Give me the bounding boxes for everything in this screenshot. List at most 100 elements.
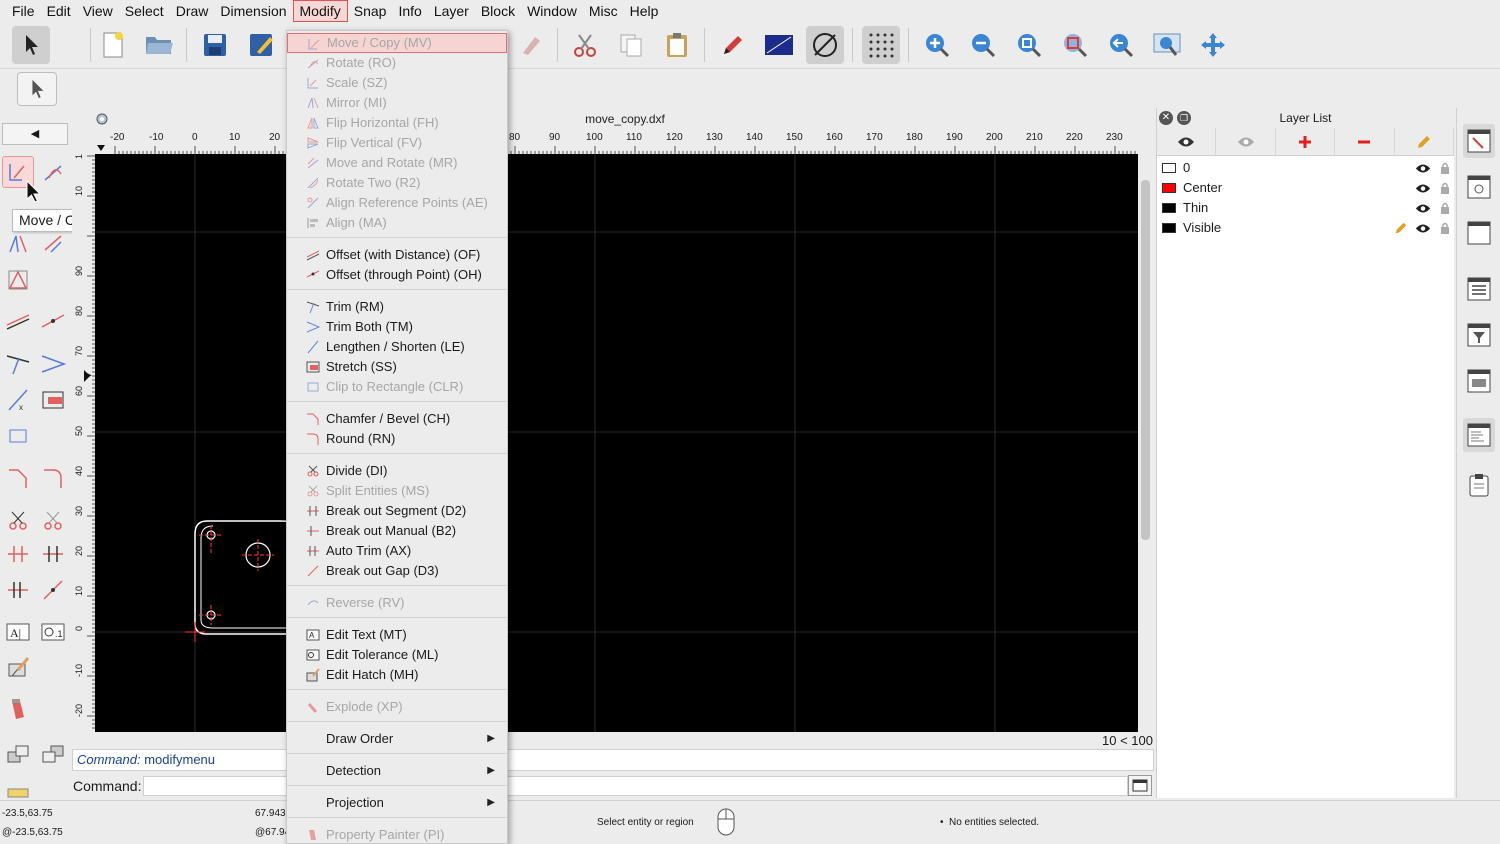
menu-file[interactable]: File [6,0,41,22]
menu-item-move-copy[interactable]: Move / Copy (MV) [287,33,507,53]
eraser-button[interactable] [512,26,550,64]
menu-item-stretch[interactable]: Stretch (SS) [287,357,507,377]
select-pointer-button[interactable] [12,26,50,64]
dock-layer-list-button[interactable] [1463,272,1495,306]
tool-scale[interactable] [2,264,34,296]
current-color-button[interactable] [760,26,798,64]
layer-row[interactable]: Center [1157,178,1454,198]
menu-item-break-out-gap[interactable]: Break out Gap (D3) [287,561,507,581]
tool-trim-both[interactable] [37,348,69,380]
canvas-vertical-scrollbar[interactable] [1141,180,1150,540]
layer-list-float-icon[interactable]: ❐ [1177,111,1191,125]
edit-layer-button[interactable] [1395,128,1455,155]
menu-dimension[interactable]: Dimension [214,0,292,22]
tool-break-gap[interactable] [37,574,69,606]
tool-flip[interactable] [37,228,69,260]
dock-selection-filter-button[interactable] [1463,318,1495,352]
save-as-button[interactable] [242,26,280,64]
menu-misc[interactable]: Misc [583,0,624,22]
tool-edit-text[interactable]: A| [2,616,34,648]
tool-break-segment[interactable] [2,538,34,570]
grid-toggle-button[interactable] [862,26,900,64]
menu-item-explode[interactable]: Explode (XP) [287,697,507,717]
tool-mirror[interactable] [2,228,34,260]
layer-visible-eye-icon[interactable] [1415,160,1431,176]
tool-lengthen[interactable]: x [2,384,34,416]
menu-item-offset-distance[interactable]: Offset (with Distance) (OF) [287,245,507,265]
layer-list-close-icon[interactable]: ✕ [1159,111,1173,125]
menu-item-edit-text[interactable]: A Edit Text (MT) [287,625,507,645]
pen-button[interactable] [714,26,752,64]
tool-clip[interactable] [2,420,34,452]
layer-row[interactable]: 0 [1157,158,1454,178]
tool-divide[interactable] [2,504,34,536]
layer-row[interactable]: Visible [1157,218,1454,238]
tool-draw-order[interactable] [2,738,34,770]
layer-lock-icon[interactable] [1437,160,1453,176]
zoom-out-button[interactable] [964,26,1002,64]
drawing-canvas[interactable] [95,154,1138,732]
tool-line-offset[interactable] [2,305,34,337]
menu-item-detection[interactable]: Detection ▶ [287,761,507,781]
tool-break-manual[interactable] [37,538,69,570]
menu-item-break-out-segment[interactable]: Break out Segment (D2) [287,501,507,521]
tool-draw-order-2[interactable] [37,738,69,770]
dock-library-browser-button[interactable] [1463,364,1495,398]
menu-item-mirror[interactable]: Mirror (MI) [287,93,507,113]
menu-select[interactable]: Select [119,0,170,22]
palette-back-button[interactable]: ◀ [2,123,68,145]
menu-item-align-reference-points[interactable]: Align Reference Points (AE) [287,193,507,213]
menu-window[interactable]: Window [521,0,583,22]
menu-item-flip-horizontal[interactable]: Flip Horizontal (FH) [287,113,507,133]
zoom-selection-button[interactable] [1056,26,1094,64]
linetype-button[interactable] [806,26,844,64]
menu-item-split-entities[interactable]: Split Entities (MS) [287,481,507,501]
remove-layer-button[interactable] [1335,128,1395,155]
new-file-button[interactable] [94,26,132,64]
menu-item-move-and-rotate[interactable]: Move and Rotate (MR) [287,153,507,173]
layer-visible-eye-icon[interactable] [1415,200,1431,216]
tool-edit-tolerance[interactable]: .1 [37,616,69,648]
zoom-auto-button[interactable] [1010,26,1048,64]
dock-command-line-button[interactable] [1463,418,1495,452]
layer-visible-eye-icon[interactable] [1415,220,1431,236]
dock-clipboard-button[interactable] [1463,468,1495,502]
menu-info[interactable]: Info [392,0,427,22]
tool-edit-hatch[interactable] [2,652,34,684]
tool-trim[interactable] [2,348,34,380]
zoom-window-button[interactable] [1148,26,1186,64]
copy-button[interactable] [612,26,650,64]
expand-palette-arrow-icon[interactable]: ▶ [84,370,92,381]
tool-split[interactable] [37,504,69,536]
menu-item-scale[interactable]: Scale (SZ) [287,73,507,93]
pan-button[interactable] [1194,26,1232,64]
menu-item-round[interactable]: Round (RN) [287,429,507,449]
menu-item-rotate-two[interactable]: Rotate Two (R2) [287,173,507,193]
menu-item-flip-vertical[interactable]: Flip Vertical (FV) [287,133,507,153]
menu-item-trim-both[interactable]: Trim Both (TM) [287,317,507,337]
open-file-button[interactable] [140,26,178,64]
menu-draw[interactable]: Draw [170,0,215,22]
menu-view[interactable]: View [77,0,119,22]
menu-item-auto-trim[interactable]: Auto Trim (AX) [287,541,507,561]
menu-item-projection[interactable]: Projection ▶ [287,793,507,813]
dock-view-list-button[interactable] [1463,216,1495,250]
tool-line-through[interactable] [37,305,69,337]
menu-snap[interactable]: Snap [348,0,393,22]
menu-item-draw-order[interactable]: Draw Order ▶ [287,729,507,749]
dock-property-editor-button[interactable] [1463,124,1495,158]
menu-item-trim[interactable]: Trim (RM) [287,297,507,317]
hide-all-layers-button[interactable] [1216,128,1276,155]
paste-button[interactable] [658,26,696,64]
options-select-button[interactable] [17,72,57,106]
add-layer-button[interactable] [1276,128,1336,155]
layer-visible-eye-icon[interactable] [1415,180,1431,196]
dock-block-list-button[interactable] [1463,170,1495,204]
menu-item-chamfer-bevel[interactable]: Chamfer / Bevel (CH) [287,409,507,429]
menu-item-divide[interactable]: Divide (DI) [287,461,507,481]
menu-edit[interactable]: Edit [41,0,77,22]
save-button[interactable] [196,26,234,64]
menu-modify[interactable]: Modify [292,0,348,22]
layer-row[interactable]: Thin [1157,198,1454,218]
tool-property-painter[interactable] [2,694,34,726]
